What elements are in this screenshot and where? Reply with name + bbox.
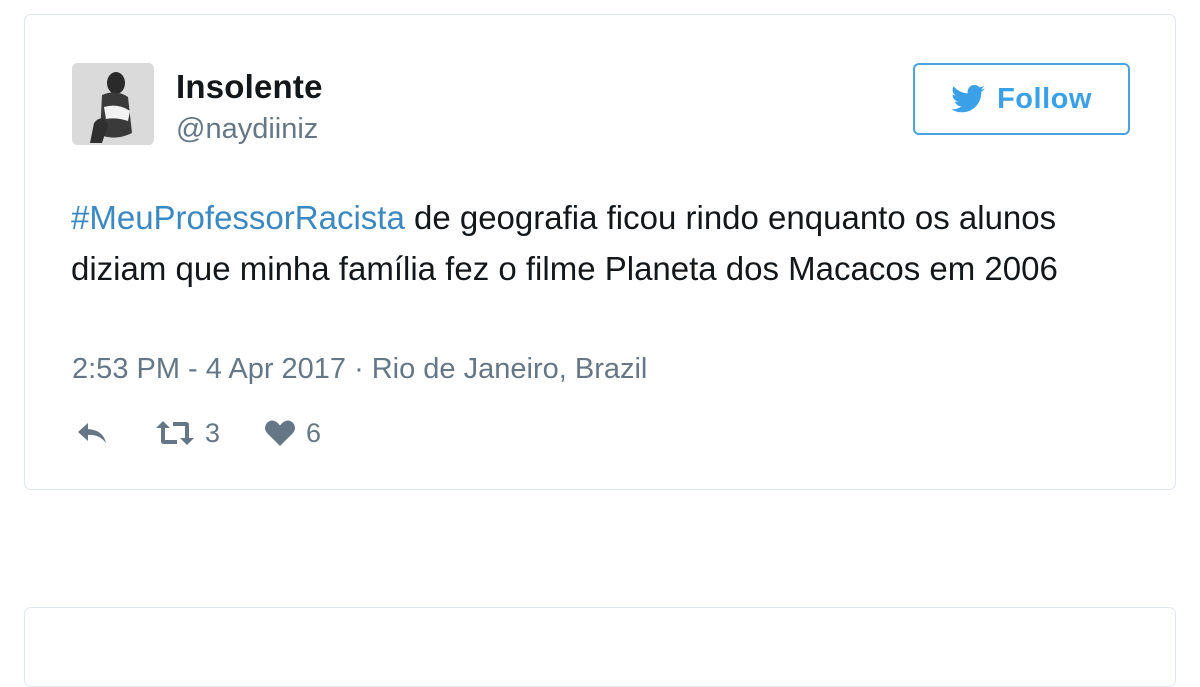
timestamp[interactable]: 2:53 PM - 4 Apr 2017 — [72, 353, 346, 385]
heart-icon — [264, 419, 296, 447]
retweet-count: 3 — [205, 417, 221, 448]
hashtag-link[interactable]: #MeuProfessorRacista — [71, 199, 405, 236]
tweet-text: #MeuProfessorRacista de geografia ficou … — [71, 192, 1121, 294]
tweet-card: Insolente @naydiiniz Follow #MeuProfesso… — [24, 14, 1176, 490]
author-info[interactable]: Insolente @naydiiniz — [176, 67, 323, 147]
tweet-actions: 3 6 — [75, 413, 321, 453]
avatar-image — [72, 63, 154, 145]
handle[interactable]: @naydiiniz — [176, 111, 323, 147]
next-tweet-card — [24, 607, 1176, 687]
reply-icon — [75, 420, 109, 446]
location[interactable]: Rio de Janeiro, Brazil — [372, 353, 648, 385]
retweet-icon — [155, 419, 195, 447]
twitter-bird-icon — [951, 85, 985, 113]
like-count: 6 — [306, 417, 322, 448]
retweet-button[interactable]: 3 — [155, 418, 220, 449]
meta-separator: · — [354, 353, 364, 385]
follow-label: Follow — [997, 82, 1092, 115]
avatar[interactable] — [72, 63, 154, 145]
follow-button[interactable]: Follow — [913, 63, 1130, 135]
like-button[interactable]: 6 — [264, 418, 321, 449]
reply-button[interactable] — [75, 420, 109, 446]
display-name[interactable]: Insolente — [176, 67, 323, 107]
tweet-meta: 2:53 PM - 4 Apr 2017 · Rio de Janeiro, Bra… — [72, 349, 647, 389]
